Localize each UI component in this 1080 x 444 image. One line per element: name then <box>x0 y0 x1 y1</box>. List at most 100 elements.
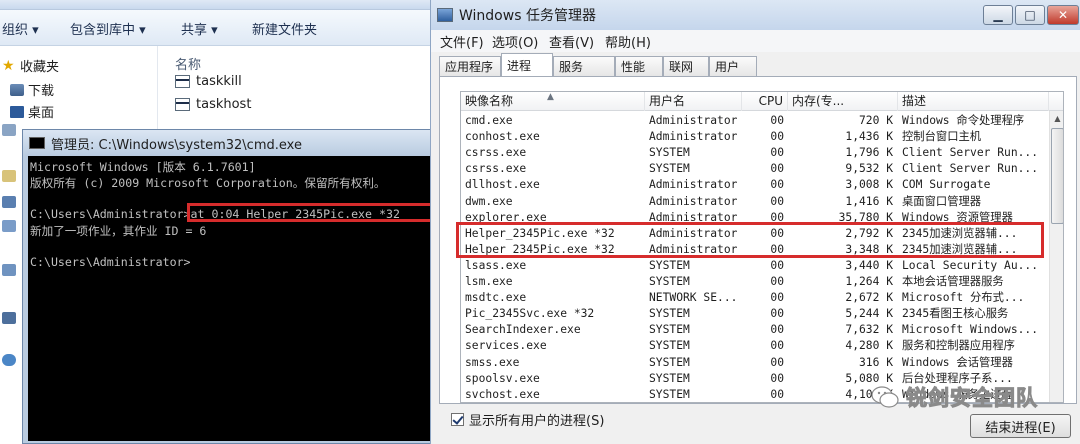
process-cpu: 00 <box>770 387 784 401</box>
tab-performance[interactable]: 性能 <box>615 56 663 76</box>
minimize-button[interactable]: ▁ <box>983 5 1013 25</box>
file-name: taskhost <box>196 97 252 112</box>
nav-item-label: 下载 <box>28 84 55 99</box>
table-row[interactable]: csrss.exe SYSTEM 00 1,796 K Client Server Ru… <box>461 145 1049 161</box>
table-row[interactable]: lsm.exe SYSTEM 00 1,264 K 本地会话管理器服务 <box>461 274 1049 290</box>
menu-options[interactable]: 选项(O) <box>492 32 538 51</box>
desktop-icon <box>10 105 24 118</box>
column-header-memory[interactable]: 内存(专... <box>788 92 898 111</box>
process-cpu: 00 <box>770 194 784 208</box>
task-manager-title: Windows 任务管理器 <box>459 8 596 24</box>
column-header-user-name[interactable]: 用户名 <box>645 92 742 111</box>
music-icon[interactable] <box>2 264 16 276</box>
console-output[interactable]: Microsoft Windows [版本 6.1.7601] 版权所有 (c)… <box>28 156 432 441</box>
process-name: SearchIndexer.exe <box>465 323 581 337</box>
menu-bar: 文件(F) 选项(O) 查看(V) 帮助(H) <box>431 30 1080 52</box>
menu-view[interactable]: 查看(V) <box>549 32 594 51</box>
process-user: NETWORK SE... <box>649 291 738 305</box>
process-user: SYSTEM <box>649 258 690 272</box>
end-process-button[interactable]: 结束进程(E) <box>970 414 1071 438</box>
process-cpu: 00 <box>770 275 784 288</box>
menu-help[interactable]: 帮助(H) <box>605 32 651 51</box>
process-user: SYSTEM <box>649 387 690 401</box>
process-memory: 7,632 K <box>845 323 893 337</box>
process-name: lsass.exe <box>465 258 527 272</box>
computer-icon[interactable] <box>2 312 16 324</box>
process-table-header: 映像名称 ▲ 用户名 CPU 内存(专... 描述 <box>461 92 1063 111</box>
explorer-toolbar: 组织 ▾ 包含到库中 ▾ 共享 ▾ 新建文件夹 <box>0 10 430 46</box>
table-row[interactable]: SearchIndexer.exe SYSTEM 00 7,632 K Microsof… <box>461 322 1049 338</box>
list-item[interactable]: taskhost <box>175 97 251 112</box>
organize-button[interactable]: 组织 ▾ <box>2 19 39 38</box>
table-row[interactable]: cmd.exe Administrator 00 720 K Windows 命令处理程… <box>461 113 1049 129</box>
table-row[interactable]: csrss.exe SYSTEM 00 9,532 K Client Server Ru… <box>461 161 1049 177</box>
tab-processes[interactable]: 进程 <box>501 53 553 76</box>
table-row[interactable]: dllhost.exe Administrator 00 3,008 K COM Sur… <box>461 177 1049 193</box>
process-cpu: 00 <box>770 355 784 369</box>
table-row[interactable]: Pic_2345Svc.exe *32 SYSTEM 00 5,244 K 2345看图… <box>461 306 1049 322</box>
scrollbar-thumb[interactable] <box>1051 128 1063 224</box>
process-cpu: 00 <box>770 371 784 385</box>
menu-file[interactable]: 文件(F) <box>440 32 484 51</box>
nav-item-favorites[interactable]: ★ 收藏夹 <box>2 56 59 76</box>
process-memory: 3,008 K <box>845 178 893 192</box>
process-name: dllhost.exe <box>465 178 540 192</box>
console-line: 新加了一项作业，其作业 ID = 6 <box>30 224 207 238</box>
maximize-button[interactable]: □ <box>1015 5 1045 25</box>
process-description: COM Surrogate <box>902 178 991 192</box>
vertical-scrollbar[interactable]: ▲ <box>1049 111 1063 402</box>
file-name: taskkill <box>196 74 242 89</box>
pictures-icon[interactable] <box>2 220 16 232</box>
table-row[interactable]: smss.exe SYSTEM 00 316 K Windows 会话管理器 <box>461 355 1049 371</box>
task-manager-icon <box>437 8 453 22</box>
process-name: services.exe <box>465 339 547 353</box>
show-all-users-checkbox[interactable]: 显示所有用户的进程(S) <box>451 410 604 429</box>
nav-item-downloads[interactable]: 下载 <box>10 80 54 99</box>
process-description: 桌面窗口管理器 <box>902 194 982 208</box>
scroll-up-arrow-icon[interactable]: ▲ <box>1051 112 1063 126</box>
tab-users[interactable]: 用户 <box>709 56 757 76</box>
include-in-library-button[interactable]: 包含到库中 ▾ <box>70 19 146 38</box>
process-user: SYSTEM <box>649 339 690 353</box>
process-user: SYSTEM <box>649 307 690 321</box>
table-row[interactable]: lsass.exe SYSTEM 00 3,440 K Local Security A… <box>461 258 1049 274</box>
process-user: SYSTEM <box>649 162 690 176</box>
share-button[interactable]: 共享 ▾ <box>181 19 218 38</box>
console-line: 版权所有 (c) 2009 Microsoft Corporation。保留所有… <box>30 176 386 190</box>
table-row[interactable]: dwm.exe Administrator 00 1,416 K 桌面窗口管理器 <box>461 194 1049 210</box>
process-cpu: 00 <box>770 162 784 176</box>
column-header-description[interactable]: 描述 <box>898 92 1049 111</box>
list-item[interactable]: taskkill <box>175 74 242 89</box>
process-name: spoolsv.exe <box>465 371 540 385</box>
recent-places-icon[interactable] <box>2 124 16 136</box>
tab-services[interactable]: 服务 <box>553 56 615 76</box>
cmd-title-bar[interactable]: 管理员: C:\Windows\system32\cmd.exe <box>23 130 437 156</box>
process-name: dwm.exe <box>465 194 513 208</box>
table-row[interactable]: conhost.exe Administrator 00 1,436 K 控制台窗口主机 <box>461 129 1049 145</box>
documents-icon[interactable] <box>2 196 16 208</box>
process-name: smss.exe <box>465 355 520 369</box>
table-row[interactable]: services.exe SYSTEM 00 4,280 K 服务和控制器应用程序 <box>461 338 1049 354</box>
process-description: Windows 会话管理器 <box>902 355 1013 369</box>
tab-networking[interactable]: 联网 <box>663 56 709 76</box>
tab-applications[interactable]: 应用程序 <box>439 56 501 76</box>
sort-ascending-icon: ▲ <box>547 92 554 102</box>
close-button[interactable]: ✕ <box>1047 5 1079 25</box>
process-name: csrss.exe <box>465 146 527 160</box>
network-icon[interactable] <box>2 354 16 366</box>
library-icon[interactable] <box>2 170 16 182</box>
new-folder-button[interactable]: 新建文件夹 <box>252 19 317 38</box>
column-header-name[interactable]: 名称 <box>175 54 201 73</box>
checkbox-checked-icon[interactable] <box>451 413 464 426</box>
watermark-text: 锐剑安全团队 <box>906 386 1038 411</box>
nav-item-desktop[interactable]: 桌面 <box>10 102 54 121</box>
process-description: 本地会话管理器服务 <box>902 275 1004 288</box>
process-description: Windows 命令处理程序 <box>902 114 1025 127</box>
column-header-cpu[interactable]: CPU <box>742 92 788 111</box>
process-memory: 4,280 K <box>845 339 893 353</box>
process-cpu: 00 <box>770 258 784 272</box>
process-user: SYSTEM <box>649 371 690 385</box>
process-memory: 5,244 K <box>845 307 893 321</box>
table-row[interactable]: msdtc.exe NETWORK SE... 00 2,672 K Microsoft… <box>461 290 1049 306</box>
process-cpu: 00 <box>770 130 784 144</box>
